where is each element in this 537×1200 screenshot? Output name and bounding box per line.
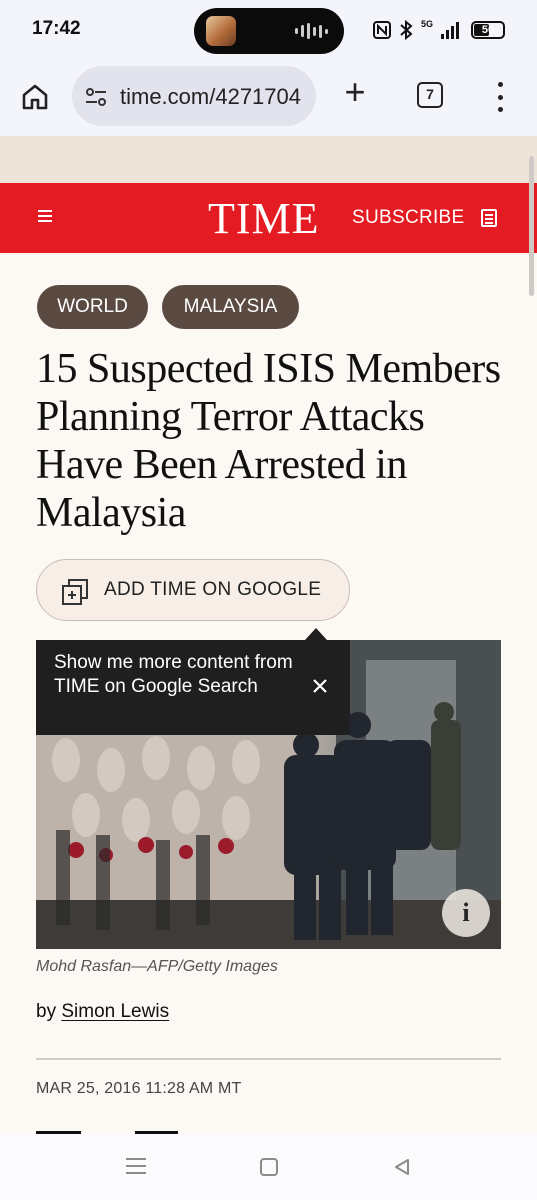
plus-icon[interactable]: + — [340, 74, 370, 110]
back-icon[interactable] — [392, 1157, 412, 1177]
signal-icon — [441, 22, 459, 39]
address-bar[interactable]: time.com/4271704 — [72, 66, 316, 126]
masthead: TIME SUBSCRIBE — [0, 183, 537, 253]
byline-prefix: by — [36, 1001, 57, 1022]
tab-switcher-button[interactable]: 7 — [417, 82, 443, 108]
more-vert-icon[interactable] — [490, 82, 510, 112]
network-type: 5G — [420, 19, 433, 29]
system-nav-bar — [0, 1134, 537, 1200]
home-icon[interactable] — [20, 82, 50, 112]
add-time-on-google-button[interactable]: ADD TIME ON GOOGLE — [36, 559, 350, 621]
dynamic-island[interactable] — [194, 8, 344, 54]
battery-level: 50 — [481, 24, 495, 36]
page-scrollbar[interactable] — [529, 156, 534, 296]
promo-band — [0, 136, 537, 183]
close-icon[interactable] — [310, 676, 330, 696]
publish-date: MAR 25, 2016 11:28 AM MT — [36, 1080, 242, 1097]
status-time: 17:42 — [32, 18, 81, 39]
home-nav-icon[interactable] — [260, 1158, 278, 1176]
time-logo[interactable]: TIME — [208, 193, 320, 244]
info-icon[interactable]: i — [442, 889, 490, 937]
tooltip-arrow — [305, 628, 327, 640]
tag-malaysia[interactable]: MALAYSIA — [162, 285, 299, 329]
url-text: time.com/4271704 — [120, 84, 301, 109]
nfc-icon — [372, 21, 391, 39]
browser-toolbar: time.com/4271704 + 7 — [0, 64, 537, 136]
recents-icon[interactable] — [126, 1158, 146, 1174]
divider — [36, 1058, 501, 1060]
status-bar: 17:42 5G 50 — [0, 0, 537, 64]
tag-world[interactable]: WORLD — [37, 285, 148, 329]
article-headline: 15 Suspected ISIS Members Planning Terro… — [36, 346, 501, 536]
author-link[interactable]: Simon Lewis — [61, 1001, 169, 1022]
battery-icon: 50 — [471, 21, 505, 39]
subscribe-link[interactable]: SUBSCRIBE — [352, 207, 465, 229]
add-time-on-google-label: ADD TIME ON GOOGLE — [104, 579, 322, 600]
hamburger-icon[interactable] — [38, 210, 52, 222]
audio-wave-icon — [295, 23, 328, 39]
document-icon[interactable] — [481, 209, 497, 227]
google-tooltip: Show me more content from TIME on Google… — [36, 640, 350, 735]
add-to-collection-icon — [62, 579, 88, 605]
byline: by Simon Lewis — [36, 1001, 169, 1023]
tooltip-text: Show me more content from TIME on Google… — [54, 652, 293, 697]
photo-caption: Mohd Rasfan—AFP/Getty Images — [36, 958, 278, 975]
tune-icon[interactable] — [84, 85, 108, 109]
bluetooth-icon — [400, 20, 413, 40]
media-thumbnail — [206, 16, 236, 46]
status-icons: 5G 50 — [372, 19, 505, 40]
